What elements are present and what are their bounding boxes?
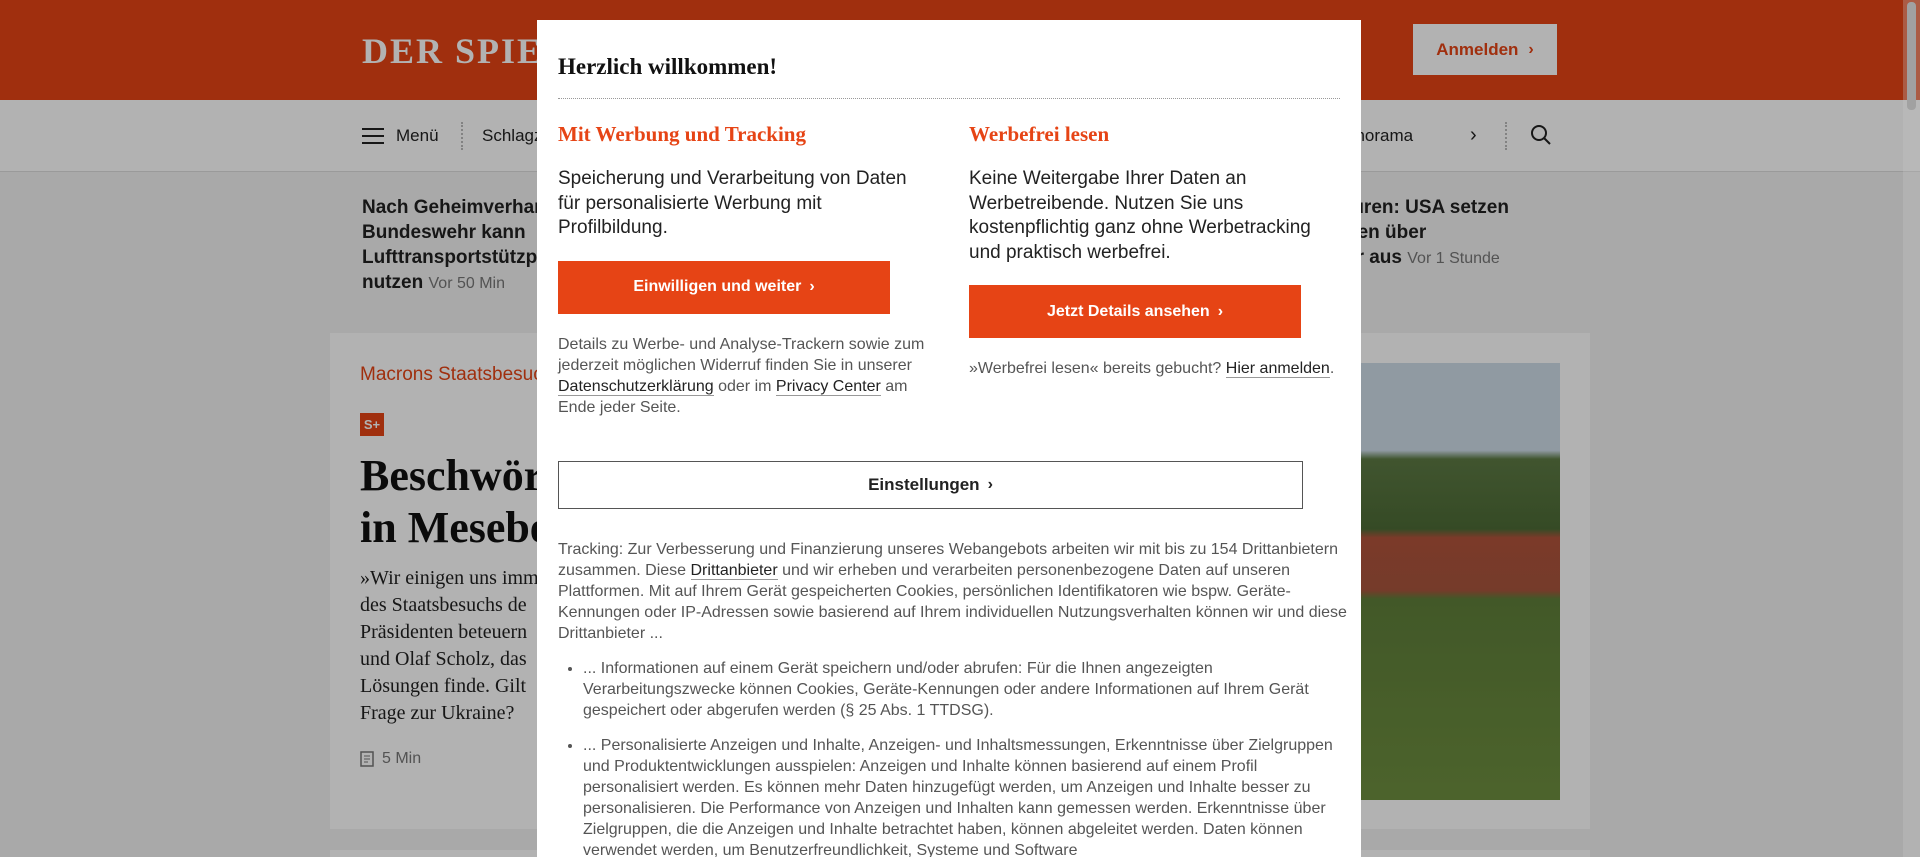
tracking-paragraph: Tracking: Zur Verbesserung und Finanzier… xyxy=(558,539,1348,644)
privacy-center-link[interactable]: Privacy Center xyxy=(775,377,881,396)
period: . xyxy=(1329,360,1335,377)
tracking-info: Tracking: Zur Verbesserung und Finanzier… xyxy=(558,539,1348,857)
option-heading: Werbefrei lesen xyxy=(969,122,1110,146)
chevron-right-icon: › xyxy=(987,476,993,493)
tracker-details-text: Details zu Werbe- und Analyse-Trackern s… xyxy=(558,334,928,418)
privacy-policy-link[interactable]: Datenschutzerklärung xyxy=(558,377,714,396)
purpose-item: ... Informationen auf einem Gerät speich… xyxy=(583,658,1348,721)
dialog-title: Herzlich willkommen! xyxy=(558,54,778,79)
booked-text: »Werbefrei lesen« bereits gebucht? xyxy=(969,360,1222,377)
dialog-divider xyxy=(558,98,1340,99)
consent-option-tracking: Mit Werbung und Tracking Speicherung und… xyxy=(558,122,928,418)
purpose-item: ... Personalisierte Anzeigen und Inhalte… xyxy=(583,735,1348,857)
option-description: Speicherung und Verarbeitung von Daten f… xyxy=(558,168,907,238)
chevron-right-icon: › xyxy=(1217,302,1224,320)
details-text: oder im xyxy=(718,377,772,395)
login-link[interactable]: Hier anmelden xyxy=(1225,360,1330,378)
details-button-label: Jetzt Details ansehen xyxy=(1046,302,1210,320)
settings-button-label: Einstellungen xyxy=(868,475,980,494)
option-heading: Mit Werbung und Tracking xyxy=(558,122,806,146)
consent-option-adfree: Werbefrei lesen Keine Weitergabe Ihrer D… xyxy=(969,122,1339,379)
details-text: Details zu Werbe- und Analyse-Trackern s… xyxy=(558,335,925,374)
accept-button[interactable]: Einwilligen und weiter › xyxy=(558,260,890,314)
settings-button[interactable]: Einstellungen › xyxy=(558,461,1303,509)
accept-button-label: Einwilligen und weiter xyxy=(633,278,802,295)
already-booked-text: »Werbefrei lesen« bereits gebucht? Hier … xyxy=(969,358,1339,379)
scrollbar-thumb[interactable] xyxy=(1907,2,1916,110)
option-description: Keine Weitergabe Ihrer Daten an Werbetre… xyxy=(969,168,1311,263)
consent-dialog: Herzlich willkommen! Mit Werbung und Tra… xyxy=(537,20,1361,857)
chevron-right-icon: › xyxy=(809,278,815,295)
third-party-link[interactable]: Drittanbieter xyxy=(690,562,778,580)
details-button[interactable]: Jetzt Details ansehen › xyxy=(969,285,1301,338)
page-scrollbar[interactable] xyxy=(1903,0,1920,857)
purpose-list: ... Informationen auf einem Gerät speich… xyxy=(558,658,1348,857)
